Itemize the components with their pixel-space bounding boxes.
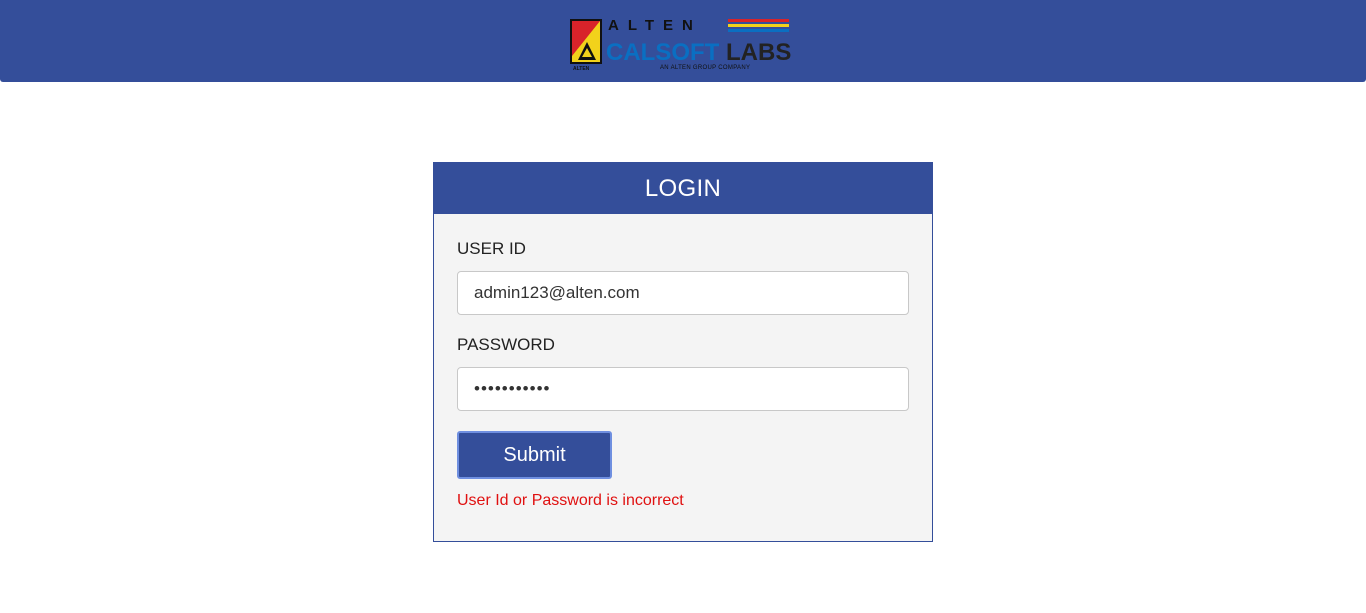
login-panel: LOGIN USER ID PASSWORD Submit User Id or… bbox=[433, 162, 933, 542]
svg-text:AN ALTEN GROUP COMPANY: AN ALTEN GROUP COMPANY bbox=[660, 65, 750, 71]
svg-text:ALTEN: ALTEN bbox=[573, 66, 590, 72]
user-id-input[interactable] bbox=[457, 271, 909, 315]
svg-text:CALSOFT: CALSOFT bbox=[606, 39, 720, 66]
top-header-bar: ALTEN ALTEN CALSOFT LABS AN ALTEN GROUP … bbox=[0, 0, 1366, 82]
login-error-message: User Id or Password is incorrect bbox=[457, 492, 684, 509]
login-title: LOGIN bbox=[434, 163, 932, 214]
alten-calsoft-labs-logo: ALTEN ALTEN CALSOFT LABS AN ALTEN GROUP … bbox=[570, 16, 792, 72]
password-input[interactable] bbox=[457, 367, 909, 411]
svg-text:LABS: LABS bbox=[726, 39, 791, 66]
user-id-label: USER ID bbox=[457, 239, 526, 258]
svg-text:ALTEN: ALTEN bbox=[608, 17, 702, 34]
password-label: PASSWORD bbox=[457, 335, 555, 354]
submit-button[interactable]: Submit bbox=[457, 431, 612, 479]
